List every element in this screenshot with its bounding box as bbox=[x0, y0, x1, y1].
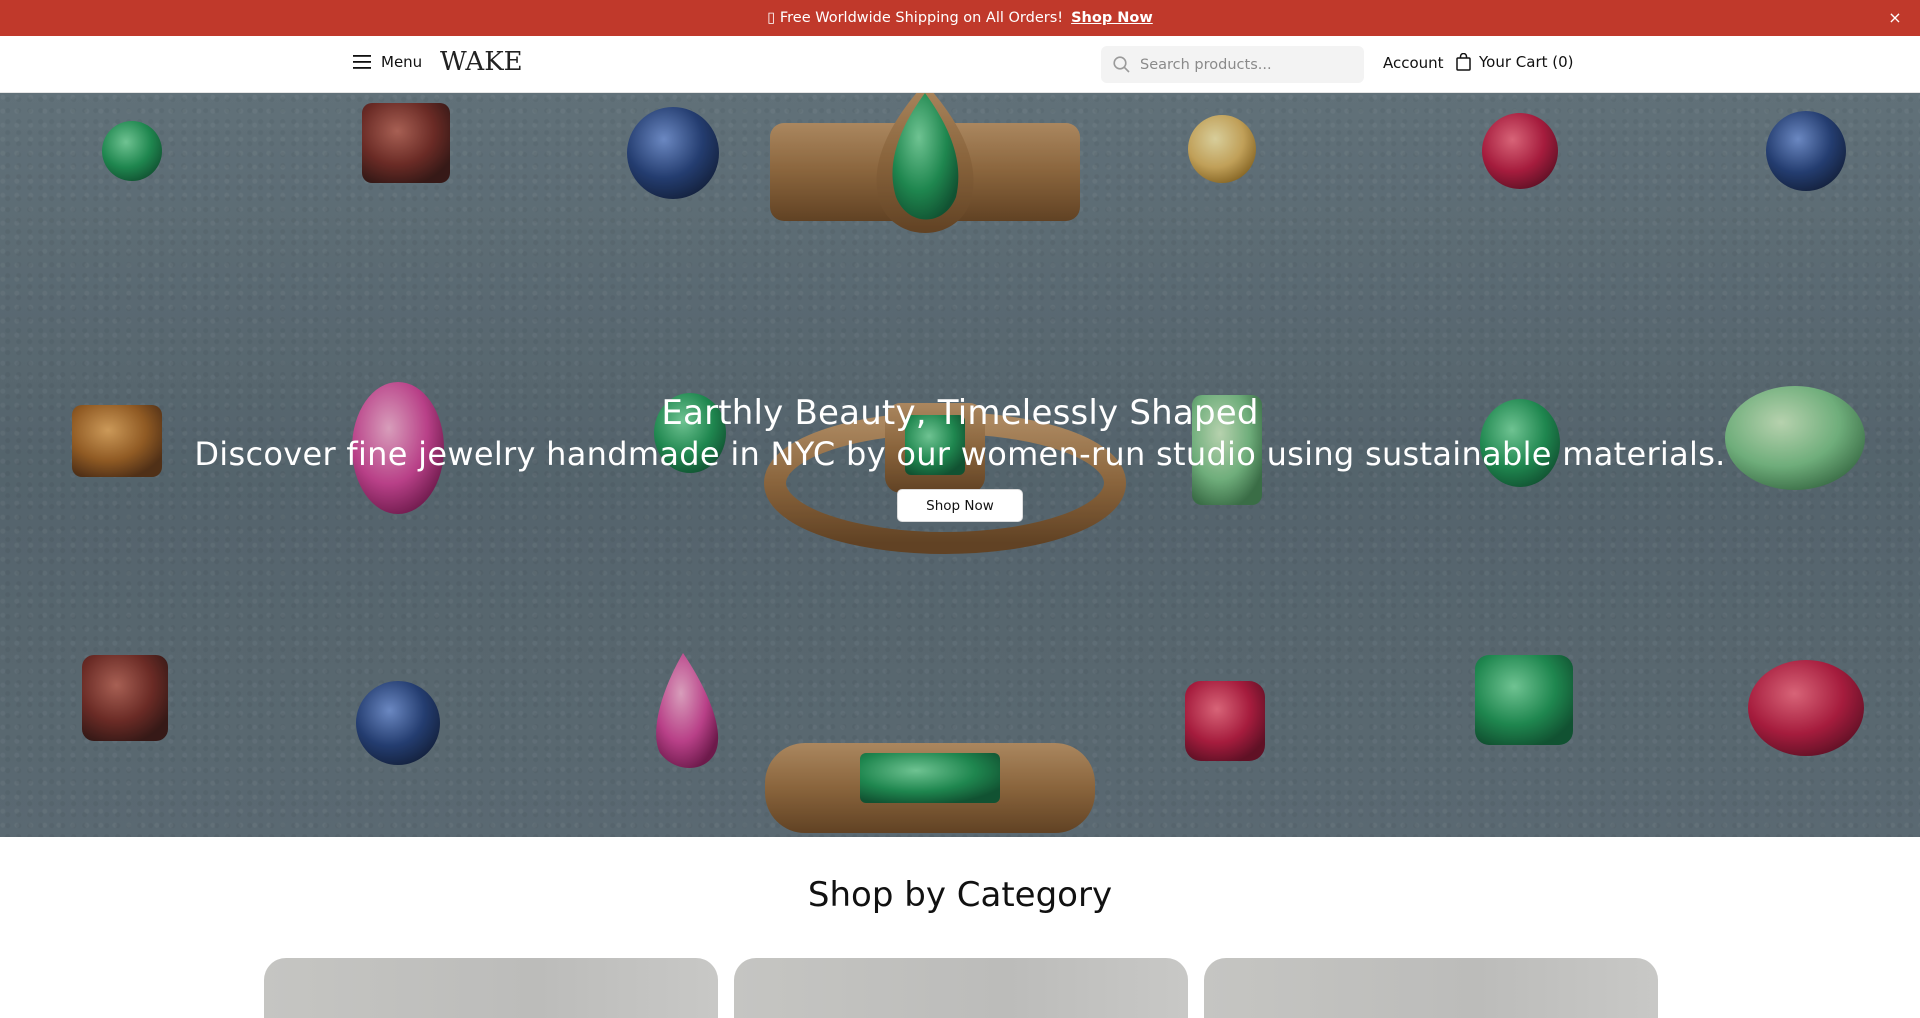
hero-banner: Earthly Beauty, Timelessly Shaped Discov… bbox=[0, 93, 1920, 837]
search-icon bbox=[1113, 56, 1130, 73]
category-card[interactable] bbox=[1204, 958, 1658, 1018]
category-grid bbox=[264, 958, 1658, 1018]
cart-label: Your Cart (0) bbox=[1479, 53, 1574, 71]
search-input[interactable] bbox=[1140, 56, 1340, 73]
logo[interactable]: WAKE bbox=[440, 47, 523, 77]
category-card[interactable] bbox=[734, 958, 1188, 1018]
category-card[interactable] bbox=[264, 958, 718, 1018]
menu-label: Menu bbox=[381, 53, 423, 71]
close-icon[interactable]: × bbox=[1886, 9, 1904, 27]
category-section-title: Shop by Category bbox=[807, 875, 1113, 915]
account-link[interactable]: Account bbox=[1383, 54, 1444, 72]
menu-button[interactable]: Menu bbox=[353, 53, 422, 71]
site-header: Menu WAKE Account Your Cart (0) bbox=[0, 36, 1920, 93]
announcement-shop-now-link[interactable]: Shop Now bbox=[1071, 10, 1153, 26]
hero-title: Earthly Beauty, Timelessly Shaped bbox=[661, 393, 1259, 433]
announcement-text: ▯ Free Worldwide Shipping on All Orders! bbox=[767, 10, 1064, 26]
announcement-message: Free Worldwide Shipping on All Orders! bbox=[779, 10, 1064, 26]
shopping-bag-icon bbox=[1456, 53, 1471, 71]
announcement-bar: ▯ Free Worldwide Shipping on All Orders!… bbox=[0, 0, 1920, 36]
search-box bbox=[1101, 46, 1364, 83]
cart-button[interactable]: Your Cart (0) bbox=[1456, 53, 1574, 71]
hero-content: Earthly Beauty, Timelessly Shaped Discov… bbox=[0, 393, 1920, 522]
hamburger-icon bbox=[353, 55, 371, 69]
hero-shop-now-button[interactable]: Shop Now bbox=[897, 489, 1023, 522]
hero-subtitle: Discover fine jewelry handmade in NYC by… bbox=[194, 435, 1726, 473]
